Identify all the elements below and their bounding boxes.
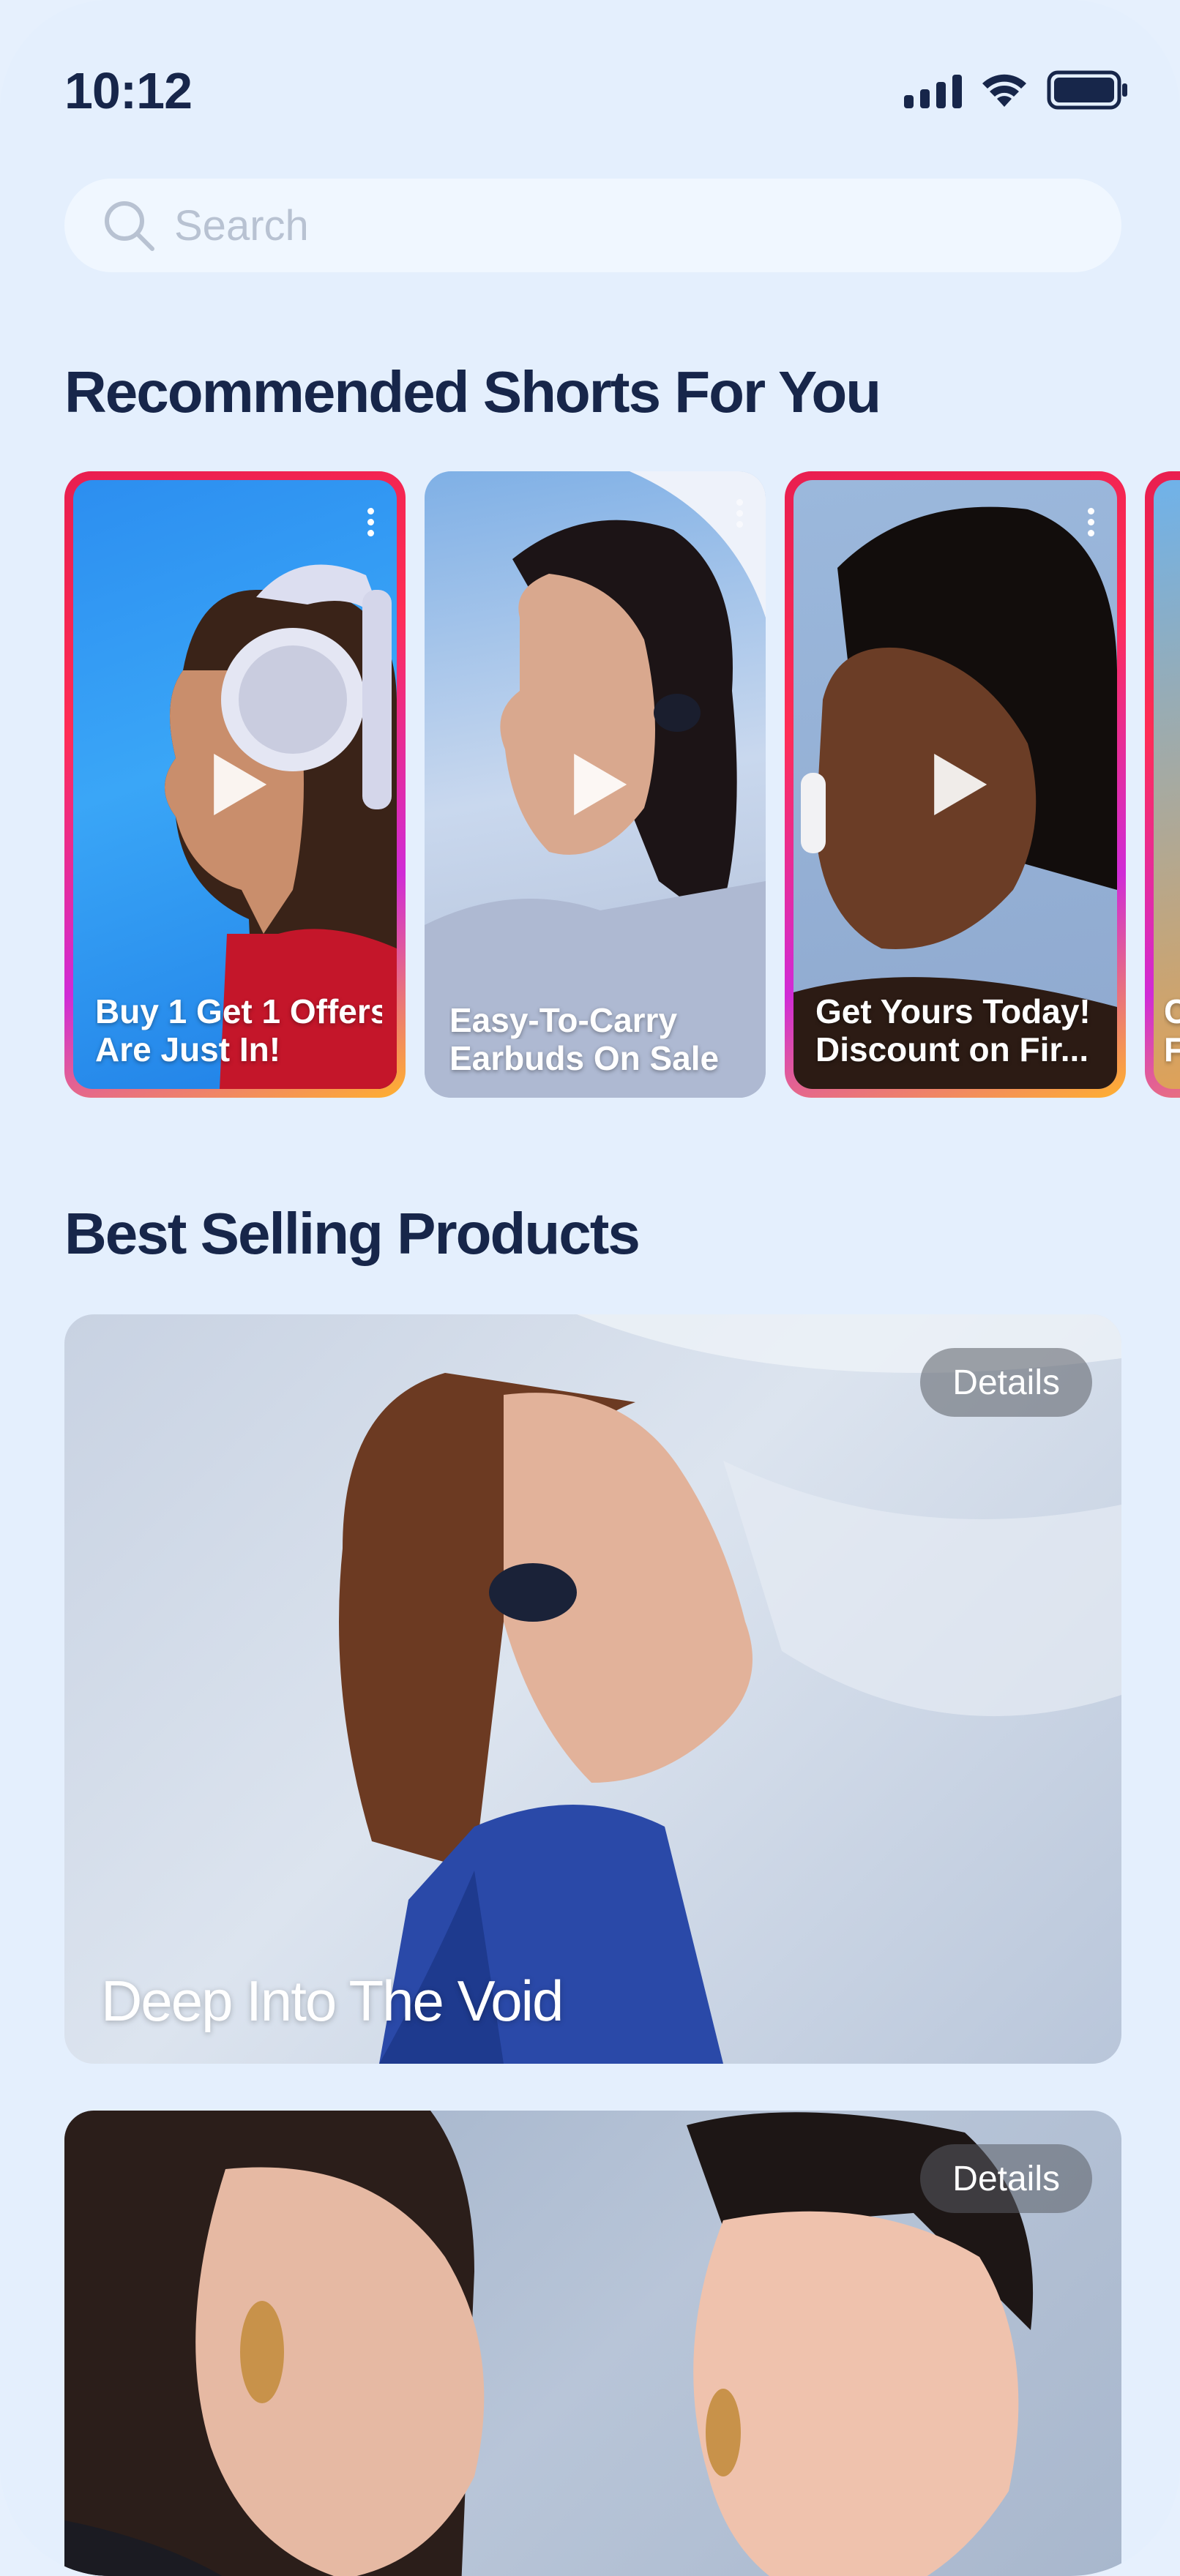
app-screen: 10:12 Recommended Shorts For You	[0, 0, 1180, 2576]
search-bar[interactable]	[64, 179, 1121, 272]
wifi-icon	[982, 74, 1026, 107]
shorts-section-title: Recommended Shorts For You	[64, 359, 881, 424]
details-button[interactable]: Details	[920, 1348, 1092, 1417]
product-image	[339, 1314, 1121, 2064]
search-icon	[105, 201, 154, 251]
product-name: Deep Into The Void	[101, 1969, 564, 2033]
short-caption: Get Yours Today! Discount on Fir...	[815, 992, 1091, 1068]
best-selling-title: Best Selling Products	[64, 1201, 641, 1266]
short-card[interactable]: Get Yours Today! Discount on Fir...	[785, 471, 1126, 1098]
details-button[interactable]: Details	[920, 2144, 1092, 2213]
product-card[interactable]: Details Deep Into The Void	[64, 1314, 1121, 2064]
short-card[interactable]: C F	[1145, 471, 1180, 1098]
shorts-carousel[interactable]: Buy 1 Get 1 Offers Are Just In! Easy-To-…	[64, 471, 1180, 1101]
status-icons	[904, 70, 1129, 110]
play-icon[interactable]	[574, 754, 627, 815]
short-caption: Easy-To-Carry Earbuds On Sale	[449, 1001, 720, 1077]
short-card[interactable]: Easy-To-Carry Earbuds On Sale	[425, 471, 766, 1098]
short-card[interactable]: Buy 1 Get 1 Offers Are Just In!	[64, 471, 406, 1098]
short-caption: C F	[1164, 992, 1180, 1068]
battery-icon	[1047, 70, 1127, 110]
short-caption: Buy 1 Get 1 Offers Are Just In!	[95, 992, 382, 1068]
play-icon[interactable]	[214, 754, 267, 815]
status-time: 10:12	[64, 62, 193, 119]
product-card[interactable]: Details	[64, 2111, 1121, 2576]
signal-icon	[904, 72, 962, 108]
more-options-icon[interactable]	[736, 499, 744, 528]
more-options-icon[interactable]	[367, 508, 375, 536]
search-input[interactable]	[173, 200, 1054, 251]
play-icon[interactable]	[934, 754, 987, 815]
more-options-icon[interactable]	[1088, 508, 1095, 536]
